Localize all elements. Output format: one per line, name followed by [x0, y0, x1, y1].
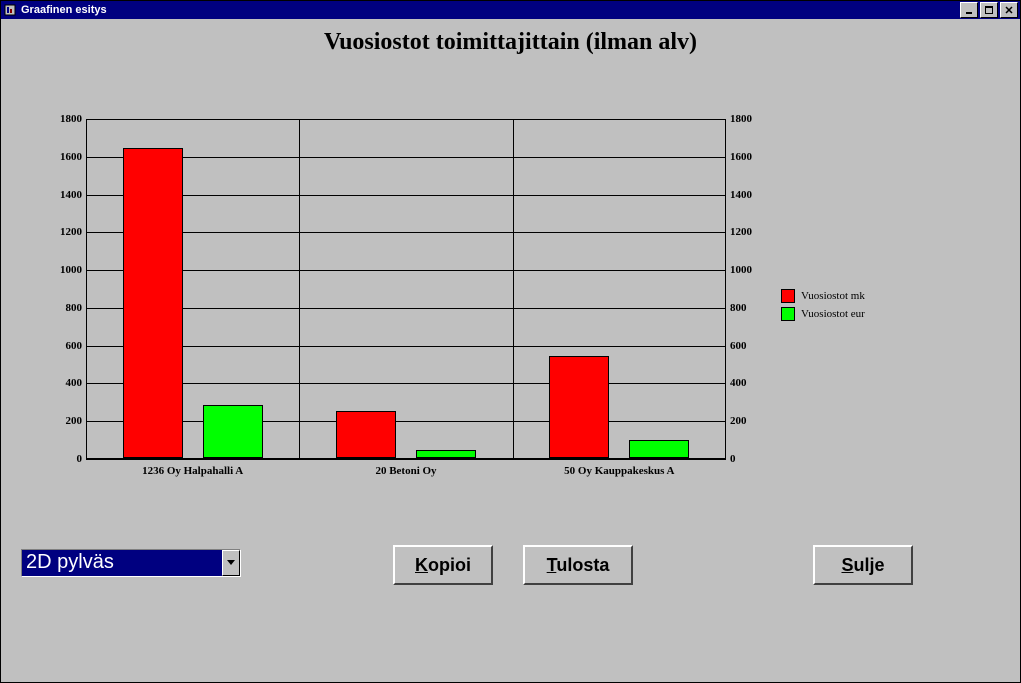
gridline — [299, 119, 300, 459]
button-mnemonic: T — [547, 555, 557, 575]
legend-swatch-icon — [781, 307, 795, 321]
y-tick-label: 0 — [77, 453, 83, 465]
plot-area: 0020020040040060060080080010001000120012… — [86, 119, 726, 459]
y-tick-label-right: 1200 — [730, 226, 752, 238]
titlebar: Graafinen esitys — [1, 1, 1020, 19]
dropdown-button[interactable] — [222, 550, 240, 576]
y-tick-label: 1400 — [60, 189, 82, 201]
content-area: Vuosiostot toimittajittain (ilman alv) 0… — [1, 19, 1020, 682]
chart-type-select[interactable]: 2D pylväs — [21, 549, 241, 577]
y-tick-label-right: 1800 — [730, 113, 752, 125]
y-tick-label-right: 1000 — [730, 264, 752, 276]
legend-label: Vuosiostot mk — [801, 290, 865, 302]
y-tick-label: 1800 — [60, 113, 82, 125]
y-tick-label-right: 600 — [730, 340, 747, 352]
y-tick-label: 200 — [66, 415, 83, 427]
bar — [336, 411, 396, 458]
y-tick-label: 800 — [66, 302, 83, 314]
y-tick-label-right: 1600 — [730, 151, 752, 163]
y-tick-label-right: 1400 — [730, 189, 752, 201]
gridline — [86, 459, 726, 460]
y-tick-label-right: 800 — [730, 302, 747, 314]
bar — [123, 148, 183, 458]
chart-area: 0 0 200 200 400 400 600 600 800 800 1000 1000 1200 12… — [31, 119, 756, 499]
y-tick-label: 400 — [66, 377, 83, 389]
maximize-button[interactable] — [980, 2, 998, 18]
chart-type-value: 2D pylväs — [22, 550, 222, 576]
chevron-down-icon — [227, 560, 235, 566]
legend-entry: Vuosiostot mk — [781, 289, 865, 303]
button-label-rest: opioi — [428, 555, 471, 575]
button-label-rest: ulje — [854, 555, 885, 575]
y-tick-label: 1200 — [60, 226, 82, 238]
x-tick-label: 50 Oy Kauppakeskus A — [564, 465, 674, 477]
y-tick-label-right: 400 — [730, 377, 747, 389]
window-title: Graafinen esitys — [21, 4, 958, 16]
y-tick-label: 1000 — [60, 264, 82, 276]
app-icon — [3, 3, 17, 17]
button-mnemonic: K — [415, 555, 428, 575]
minimize-button[interactable] — [960, 2, 978, 18]
bar — [549, 356, 609, 458]
gridline — [86, 119, 726, 120]
y-tick-label-right: 0 — [730, 453, 736, 465]
button-mnemonic: S — [841, 555, 853, 575]
bar — [203, 405, 263, 458]
close-app-button[interactable]: Sulje — [813, 545, 913, 585]
copy-button[interactable]: Kopioi — [393, 545, 493, 585]
y-tick-label-right: 200 — [730, 415, 747, 427]
legend: Vuosiostot mk Vuosiostot eur — [781, 289, 865, 325]
chart-title: Vuosiostot toimittajittain (ilman alv) — [1, 29, 1020, 56]
close-button[interactable] — [1000, 2, 1018, 18]
y-tick-label: 600 — [66, 340, 83, 352]
y-tick-label: 1600 — [60, 151, 82, 163]
gridline — [513, 119, 514, 459]
button-label-rest: ulosta — [556, 555, 609, 575]
legend-label: Vuosiostot eur — [801, 308, 865, 320]
legend-swatch-icon — [781, 289, 795, 303]
x-tick-label: 20 Betoni Oy — [375, 465, 436, 477]
x-tick-label: 1236 Oy Halpahalli A — [142, 465, 243, 477]
print-button[interactable]: Tulosta — [523, 545, 633, 585]
app-window: Graafinen esitys Vuosiostot toimittajitt… — [0, 0, 1021, 683]
legend-entry: Vuosiostot eur — [781, 307, 865, 321]
bar — [629, 440, 689, 458]
bar — [416, 450, 476, 458]
